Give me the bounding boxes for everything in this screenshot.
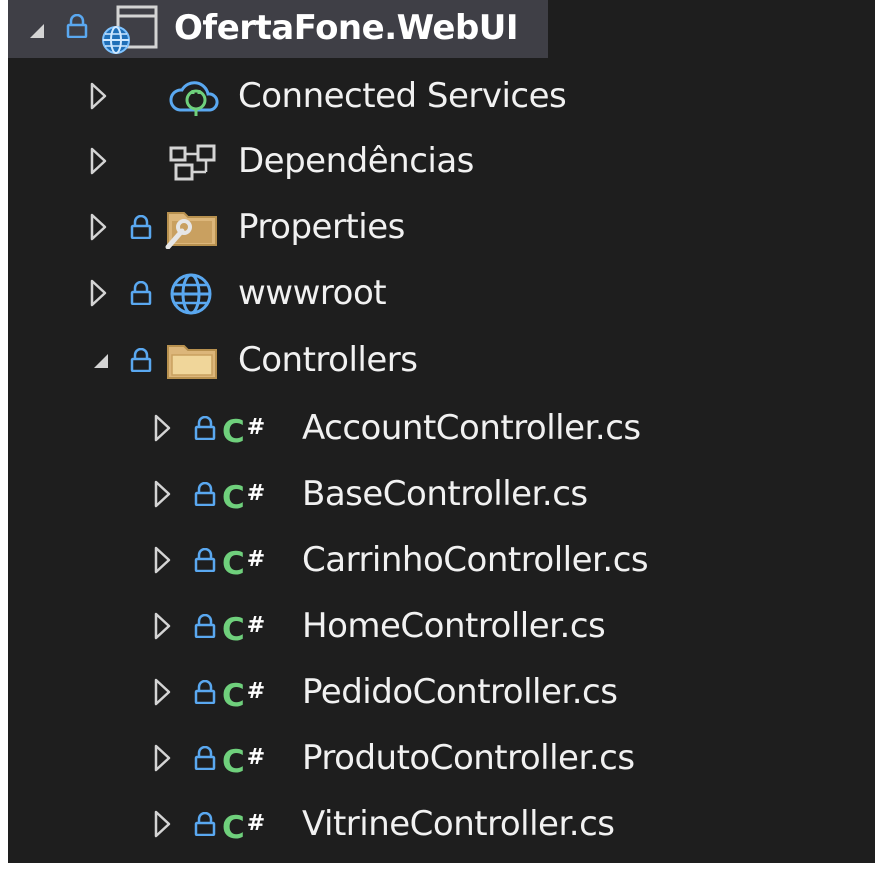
lock-icon — [130, 348, 152, 372]
csharp-file-icon: C# — [222, 414, 266, 450]
expand-arrow-icon[interactable] — [30, 24, 44, 38]
properties-folder-icon — [164, 207, 220, 249]
expand-arrow-icon[interactable] — [154, 546, 172, 574]
tree-item-label: wwwroot — [238, 273, 387, 313]
expand-arrow-icon[interactable] — [94, 354, 108, 368]
tree-item-label: VitrineController.cs — [302, 804, 615, 844]
tree-item-file[interactable]: C# AccountController.cs — [8, 398, 875, 458]
tree-item-label: ProdutoController.cs — [302, 738, 635, 778]
tree-item-file[interactable]: C# HomeController.cs — [8, 596, 875, 656]
expand-arrow-icon[interactable] — [90, 147, 108, 175]
tree-item-label: Controllers — [238, 340, 418, 380]
expand-arrow-icon[interactable] — [154, 414, 172, 442]
tree-item-label: HomeController.cs — [302, 606, 606, 646]
tree-item-label: PedidoController.cs — [302, 672, 618, 712]
tree-item-file[interactable]: C# ProdutoController.cs — [8, 728, 875, 788]
folder-icon — [164, 340, 220, 382]
tree-item-label: BaseController.cs — [302, 474, 588, 514]
tree-item-file[interactable]: C# VitrineController.cs — [8, 794, 875, 854]
tree-item-file[interactable]: C# CarrinhoController.cs — [8, 530, 875, 590]
tree-item-project[interactable]: OfertaFone.WebUI — [8, 0, 548, 58]
expand-arrow-icon[interactable] — [90, 279, 108, 307]
lock-icon — [194, 680, 216, 704]
window-frame: OfertaFone.WebUI Connected Services Depe… — [0, 0, 881, 871]
lock-icon — [66, 14, 88, 38]
expand-arrow-icon[interactable] — [90, 213, 108, 241]
tree-item-file[interactable]: C# BaseController.cs — [8, 464, 875, 524]
web-project-icon — [100, 4, 162, 54]
lock-icon — [194, 812, 216, 836]
lock-icon — [194, 614, 216, 638]
expand-arrow-icon[interactable] — [154, 810, 172, 838]
solution-explorer-panel: OfertaFone.WebUI Connected Services Depe… — [8, 0, 875, 863]
tree-item-connected-services[interactable]: Connected Services — [8, 66, 875, 126]
csharp-file-icon: C# — [222, 546, 266, 582]
tree-item-file[interactable]: C# PedidoController.cs — [8, 662, 875, 722]
lock-icon — [130, 215, 152, 239]
tree-item-label: Properties — [238, 207, 405, 247]
csharp-file-icon: C# — [222, 612, 266, 648]
lock-icon — [194, 482, 216, 506]
lock-icon — [194, 548, 216, 572]
expand-arrow-icon[interactable] — [154, 678, 172, 706]
tree-item-wwwroot[interactable]: wwwroot — [8, 263, 875, 323]
tree-item-label: CarrinhoController.cs — [302, 540, 649, 580]
tree-item-dependencies[interactable]: Dependências — [8, 131, 875, 191]
expand-arrow-icon[interactable] — [154, 612, 172, 640]
lock-icon — [194, 416, 216, 440]
lock-icon — [130, 281, 152, 305]
expand-arrow-icon[interactable] — [154, 744, 172, 772]
project-name: OfertaFone.WebUI — [174, 8, 519, 48]
lock-icon — [194, 746, 216, 770]
tree-item-label: AccountController.cs — [302, 408, 641, 448]
dependencies-icon — [168, 143, 220, 181]
expand-arrow-icon[interactable] — [154, 480, 172, 508]
csharp-file-icon: C# — [222, 810, 266, 846]
tree-item-properties[interactable]: Properties — [8, 197, 875, 257]
csharp-file-icon: C# — [222, 678, 266, 714]
tree-item-label: Connected Services — [238, 76, 567, 116]
csharp-file-icon: C# — [222, 744, 266, 780]
tree-item-controllers[interactable]: Controllers — [8, 330, 875, 390]
globe-icon — [168, 271, 214, 317]
expand-arrow-icon[interactable] — [90, 82, 108, 110]
cloud-plug-icon — [166, 76, 224, 118]
csharp-file-icon: C# — [222, 480, 266, 516]
tree-item-label: Dependências — [238, 141, 474, 181]
